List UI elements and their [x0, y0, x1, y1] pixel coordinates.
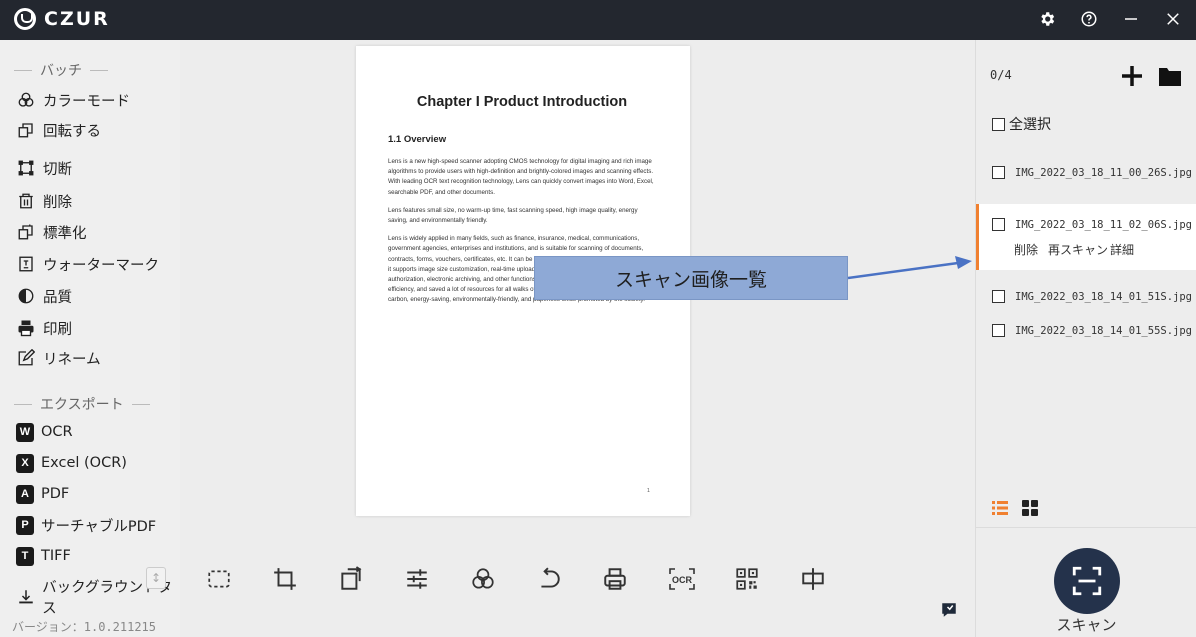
tiff-icon: T: [16, 546, 34, 566]
select-all-checkbox[interactable]: 全選択: [992, 114, 1051, 134]
rotate-tool-button[interactable]: [338, 564, 404, 594]
split-icon: [802, 568, 824, 590]
sidebar-item-rotate[interactable]: 回転する: [16, 118, 101, 142]
scan-area: スキャン: [975, 527, 1196, 637]
trash-icon: [16, 191, 36, 211]
select-icon: [208, 570, 230, 588]
export-ocr[interactable]: W OCR: [16, 420, 73, 444]
checkbox[interactable]: [992, 117, 1005, 131]
workspace: Chapter I Product Introduction 1.1 Overv…: [180, 40, 975, 637]
export-tiff[interactable]: T TIFF: [16, 544, 71, 568]
print-tool-button[interactable]: [602, 564, 668, 594]
folder-icon[interactable]: [1158, 65, 1182, 87]
logo-icon: [14, 8, 36, 30]
rotate-icon: [341, 566, 362, 590]
export-pdf[interactable]: A PDF: [16, 482, 69, 506]
sidebar-item-watermark[interactable]: ウォーターマーク: [16, 252, 159, 276]
file-list-item[interactable]: IMG_2022_03_18_11_00_26S.jpg: [976, 166, 1196, 179]
app-logo: CZUR: [14, 8, 110, 30]
export-searchable-pdf[interactable]: P サーチャブルPDF: [16, 513, 156, 537]
file-list-item[interactable]: IMG_2022_03_18_14_01_51S.jpg: [976, 290, 1196, 303]
print-icon: [16, 318, 36, 338]
split-tool-button[interactable]: [800, 564, 866, 594]
color-mode-icon: [16, 90, 36, 110]
file-list-item[interactable]: IMG_2022_03_18_14_01_55S.jpg: [976, 324, 1196, 337]
settings-gear-icon[interactable]: [1036, 8, 1058, 30]
details-link[interactable]: 詳細: [1110, 241, 1134, 258]
qrcode-tool-button[interactable]: [734, 564, 800, 594]
document-title: Chapter I Product Introduction: [416, 94, 628, 110]
ocr-icon: OCR: [669, 568, 695, 590]
batch-section-header: バッチ: [14, 60, 108, 80]
title-bar: CZUR: [0, 0, 1196, 40]
edit-toolbar: OCR: [206, 564, 866, 594]
sidebar-item-delete[interactable]: 削除: [16, 189, 72, 213]
crop-tool-button[interactable]: [272, 564, 338, 594]
select-tool-button[interactable]: [206, 564, 272, 594]
rescan-link[interactable]: 再スキャン: [1048, 241, 1108, 258]
close-icon[interactable]: [1162, 8, 1184, 30]
pdf-icon: A: [16, 484, 34, 504]
rename-icon: [16, 348, 36, 368]
word-icon: W: [16, 422, 34, 442]
crop-icon: [16, 158, 36, 178]
export-excel-ocr[interactable]: X Excel (OCR): [16, 451, 127, 475]
add-icon[interactable]: [1120, 64, 1144, 88]
undo-tool-button[interactable]: [536, 564, 602, 594]
svg-text:OCR: OCR: [672, 575, 693, 585]
sidebar-item-print[interactable]: 印刷: [16, 316, 72, 340]
scan-button[interactable]: [1054, 548, 1120, 614]
sidebar-item-crop[interactable]: 切断: [16, 156, 72, 180]
file-list-panel: 0/4 全選択 IMG_2022_03_18_11_00_26S.jpg IMG…: [975, 40, 1196, 527]
checkbox[interactable]: [992, 290, 1005, 303]
print-icon: [604, 568, 626, 590]
page-number: 1: [646, 488, 650, 494]
app-name: CZUR: [44, 8, 110, 30]
standardize-icon: [16, 222, 36, 242]
color-mode-tool-button[interactable]: [470, 564, 536, 594]
sidebar-item-quality[interactable]: 品質: [16, 284, 72, 308]
crop-icon: [274, 568, 296, 590]
file-list-item-active[interactable]: IMG_2022_03_18_11_02_06S.jpg 削除 再スキャン 詳細: [976, 204, 1196, 270]
help-icon[interactable]: [1078, 8, 1100, 30]
annotation-callout: スキャン画像一覧: [534, 256, 848, 300]
ocr-tool-button[interactable]: OCR: [668, 564, 734, 594]
scroll-handle[interactable]: ↕: [146, 567, 166, 589]
sidebar: バッチ カラーモード 回転する 切断 削除 標準化 ウォーターマーク 品質 印刷…: [0, 40, 180, 637]
sidebar-item-standardize[interactable]: 標準化: [16, 220, 87, 244]
qrcode-icon: [736, 568, 758, 590]
feedback-icon[interactable]: [940, 601, 958, 619]
color-mode-icon: [472, 568, 494, 589]
document-section: 1.1 Overview: [388, 134, 447, 145]
annotation-arrow-icon: [848, 256, 972, 280]
grid-view-icon[interactable]: [1022, 500, 1038, 516]
list-view-icon[interactable]: [992, 500, 1008, 516]
adjust-tool-button[interactable]: [404, 564, 470, 594]
excel-icon: X: [16, 453, 34, 473]
searchable-pdf-icon: P: [16, 515, 34, 535]
undo-icon: [541, 567, 560, 588]
export-section-header: エクスポート: [14, 394, 150, 414]
adjust-icon: [407, 569, 427, 589]
scan-label: スキャン: [1056, 616, 1117, 634]
sidebar-item-color-mode[interactable]: カラーモード: [16, 88, 130, 112]
rotate-icon: [16, 120, 36, 140]
watermark-icon: [16, 254, 36, 274]
version-label: バージョン：1.0.211215: [12, 620, 157, 634]
scan-icon: [1072, 566, 1102, 596]
document-paragraph: Lens is a new high-speed scanner adoptin…: [388, 158, 654, 196]
checkbox[interactable]: [992, 218, 1005, 231]
sidebar-item-rename[interactable]: リネーム: [16, 346, 101, 370]
selection-count: 0/4: [990, 68, 1012, 82]
document-paragraph: Lens features small size, no warm-up tim…: [388, 206, 638, 225]
download-icon: [16, 587, 35, 607]
quality-icon: [16, 286, 36, 306]
minimize-icon[interactable]: [1120, 8, 1142, 30]
checkbox[interactable]: [992, 324, 1005, 337]
delete-link[interactable]: 削除: [1014, 241, 1038, 258]
checkbox[interactable]: [992, 166, 1005, 179]
